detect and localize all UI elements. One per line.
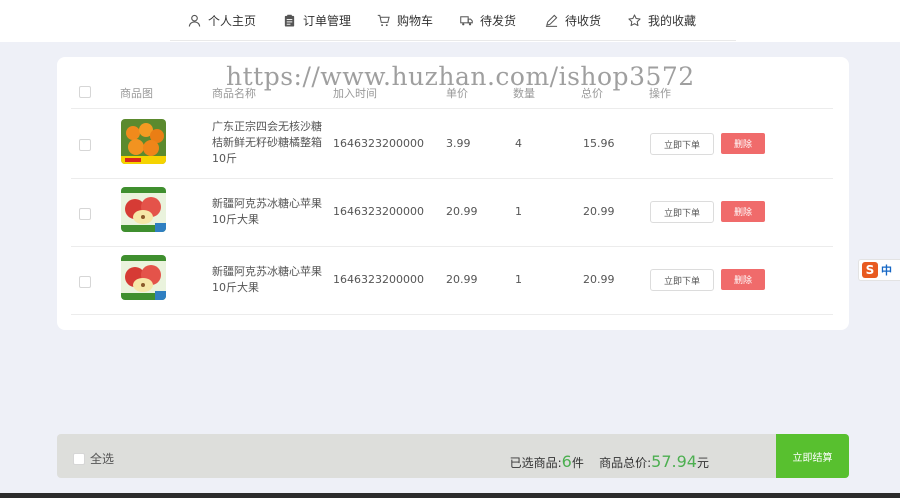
orange-image[interactable] (121, 119, 166, 164)
unit-price: 3.99 (446, 137, 471, 150)
column-header-total: 总价 (581, 87, 603, 100)
total-price: 20.99 (583, 273, 615, 286)
added-time: 1646323200000 (333, 273, 424, 286)
product-name[interactable]: 新疆阿克苏冰糖心苹果10斤大果 (212, 196, 324, 228)
unit-price: 20.99 (446, 205, 478, 218)
added-time: 1646323200000 (333, 137, 424, 150)
row-checkbox[interactable] (79, 208, 91, 220)
added-time: 1646323200000 (333, 205, 424, 218)
total-price: 20.99 (583, 205, 615, 218)
header-checkbox[interactable] (79, 86, 91, 98)
order-now-button[interactable]: 立即下单 (650, 133, 714, 155)
column-header-qty: 数量 (513, 87, 535, 100)
quantity[interactable]: 1 (515, 273, 522, 286)
cart-summary: 已选商品:6件 商品总价:57.94元 (510, 452, 709, 471)
taskbar-strip (0, 493, 900, 498)
quantity[interactable]: 1 (515, 205, 522, 218)
nav-label: 购物车 (397, 13, 434, 28)
checkout-button[interactable]: 立即结算 (776, 434, 849, 478)
truck-icon (460, 15, 473, 25)
cart-table: 商品图 商品名称 加入时间 单价 数量 总价 操作 广东正宗四会无核沙糖桔新鲜无… (57, 57, 849, 330)
user-icon (188, 14, 201, 27)
order-now-button[interactable]: 立即下单 (650, 201, 714, 223)
nav-label: 待收货 (565, 13, 602, 28)
ime-toolbar[interactable]: S 中 (858, 259, 900, 281)
row-divider (71, 314, 833, 315)
sogou-logo-icon: S (862, 262, 878, 278)
row-checkbox[interactable] (79, 139, 91, 151)
nav-divider (170, 40, 736, 41)
delete-button[interactable]: 删除 (721, 269, 765, 290)
total-price: 15.96 (583, 137, 615, 150)
product-name[interactable]: 新疆阿克苏冰糖心苹果10斤大果 (212, 264, 324, 296)
nav-label: 待发货 (480, 13, 517, 28)
column-header-price: 单价 (446, 87, 468, 100)
quantity[interactable]: 4 (515, 137, 522, 150)
select-all-label[interactable]: 全选 (90, 450, 114, 467)
nav-item-favorites[interactable]: 我的收藏 (628, 10, 696, 30)
row-divider (71, 246, 833, 247)
nav-label: 个人主页 (208, 13, 257, 28)
row-checkbox[interactable] (79, 276, 91, 288)
column-header-time: 加入时间 (333, 87, 377, 100)
selected-unit: 件 (571, 456, 584, 470)
row-divider (71, 108, 833, 109)
select-all-checkbox[interactable] (73, 453, 85, 465)
nav-label: 订单管理 (303, 13, 352, 28)
nav-item-to-ship[interactable]: 待发货 (460, 10, 516, 30)
column-header-actions: 操作 (649, 87, 671, 100)
star-icon (628, 13, 641, 26)
nav-item-orders[interactable]: 订单管理 (283, 10, 351, 30)
nav-item-cart[interactable]: 购物车 (377, 10, 433, 30)
product-name[interactable]: 广东正宗四会无核沙糖桔新鲜无籽砂糖橘整箱10斤 (212, 119, 324, 167)
row-divider (71, 178, 833, 179)
total-unit: 元 (696, 456, 709, 470)
delete-button[interactable]: 删除 (721, 133, 765, 154)
nav-item-profile[interactable]: 个人主页 (188, 10, 256, 30)
top-nav: 个人主页 订单管理 购物车 待发货 待收货 我的收藏 (0, 0, 900, 42)
checkout-bar: 全选 已选商品:6件 商品总价:57.94元 立即结算 (57, 434, 849, 478)
unit-price: 20.99 (446, 273, 478, 286)
nav-item-to-receive[interactable]: 待收货 (545, 10, 601, 30)
nav-label: 我的收藏 (648, 13, 697, 28)
order-now-button[interactable]: 立即下单 (650, 269, 714, 291)
selected-label: 已选商品: (509, 456, 562, 470)
ime-mode[interactable]: 中 (881, 262, 892, 278)
selected-count: 6 (561, 452, 572, 471)
delete-button[interactable]: 删除 (721, 201, 765, 222)
pen-icon (545, 14, 558, 27)
total-label: 商品总价: (599, 456, 652, 470)
clipboard-icon (284, 14, 295, 27)
cart-icon (377, 14, 390, 26)
total-value: 57.94 (651, 452, 697, 471)
apple-image[interactable] (121, 255, 166, 300)
column-header-image: 商品图 (120, 87, 153, 100)
apple-image[interactable] (121, 187, 166, 232)
column-header-name: 商品名称 (212, 87, 256, 100)
